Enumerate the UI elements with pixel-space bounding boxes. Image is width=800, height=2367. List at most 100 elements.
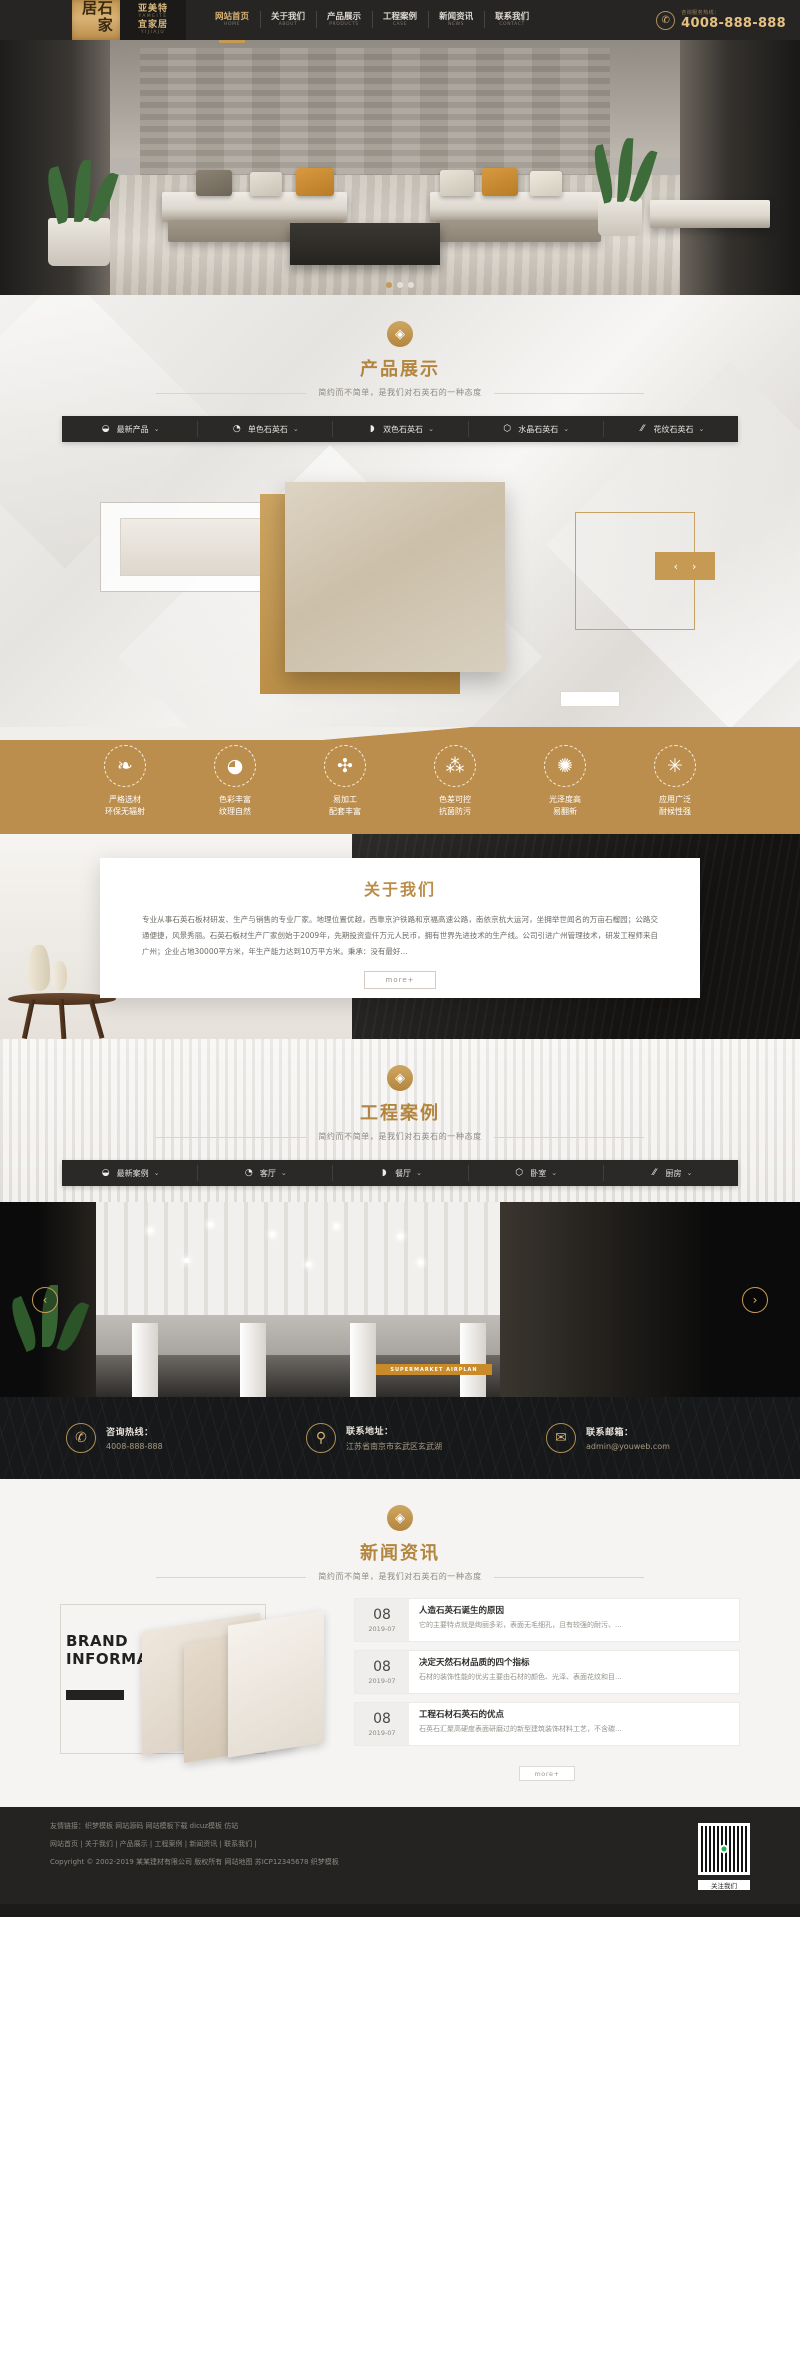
product-filter-crystal[interactable]: ⬡ 水晶石英石 ⌄ <box>467 416 603 442</box>
chevron-down-icon: ⌄ <box>428 425 434 433</box>
footer-link-contact[interactable]: 联系我们 <box>224 1840 252 1848</box>
hotline-number: 4008-888-888 <box>681 16 786 31</box>
product-section: ◈ 产品展示 简约而不简单，是我们对石英石的一种态度 ◒ 最新产品 ⌄ ◔ 单色… <box>0 295 800 727</box>
hero-dot-3[interactable] <box>408 282 414 288</box>
hero-dot-1[interactable] <box>386 282 392 288</box>
nav-item-products[interactable]: 产品展示 PRODUCTS <box>316 0 372 40</box>
feature-item-material: ❧ 严格选材 环保无辐射 <box>77 745 173 818</box>
product-filter-solid[interactable]: ◔ 单色石英石 ⌄ <box>197 416 332 442</box>
case-column <box>132 1323 158 1397</box>
case-prev-arrow[interactable]: ‹ <box>32 1286 58 1313</box>
product-prev-arrow[interactable]: ‹ <box>674 560 678 573</box>
product-section-header: ◈ 产品展示 简约而不简单，是我们对石英石的一种态度 <box>0 295 800 398</box>
phone-icon: ✆ <box>656 10 676 30</box>
news-section-header: ◈ 新闻资讯 简约而不简单，是我们对石英石的一种态度 <box>0 1479 800 1582</box>
product-filter-pattern[interactable]: ⁄⁄ 花纹石英石 ⌄ <box>602 416 738 442</box>
main-nav: 网站首页 HOME 关于我们 ABOUT 产品展示 PRODUCTS 工程案例 … <box>204 0 540 40</box>
news-item[interactable]: 08 2019-07 工程石材石英石的优点 石英石汇聚高硬度表面研磨过的新型建筑… <box>354 1702 740 1746</box>
nav-label-en: ABOUT <box>278 22 298 28</box>
about-section: 关于我们 专业从事石英石板材研发、生产与销售的专业厂家。地理位置优越，西靠京沪铁… <box>0 834 800 1039</box>
case-ceiling <box>88 1202 508 1316</box>
mail-icon: ✉ <box>546 1423 576 1453</box>
logo-vertical-text: 石家居 <box>80 0 114 34</box>
hero-dot-2[interactable] <box>397 282 403 288</box>
case-ceiling-light <box>334 1224 339 1229</box>
news-item[interactable]: 08 2019-07 决定天然石材品质的四个指标 石材的装饰性能的优劣主要由石材… <box>354 1650 740 1694</box>
case-filter-bedroom[interactable]: ⬡ 卧室 ⌄ <box>467 1160 603 1186</box>
case-ceiling-light <box>418 1260 423 1265</box>
footer-link-home[interactable]: 网站首页 <box>50 1840 78 1848</box>
footer-nav-links: 网站首页 | 关于我们 | 产品展示 | 工程案例 | 新闻资讯 | 联系我们 … <box>50 1840 257 1848</box>
feature-line2: 配套丰富 <box>329 807 361 816</box>
news-year-month: 2019-07 <box>368 1728 396 1737</box>
filter-label: 厨房 <box>665 1168 682 1178</box>
feature-item-durable: ✳ 应用广泛 耐候性强 <box>627 745 723 818</box>
case-filter-dining-room[interactable]: ◗ 餐厅 ⌄ <box>332 1160 467 1186</box>
feature-item-antibacterial: ⁂ 色差可控 抗菌防污 <box>407 745 503 818</box>
molecule-icon: ⁂ <box>434 745 476 787</box>
hero-banner <box>0 40 800 295</box>
nav-label-en: CONTACT <box>499 22 525 28</box>
product-filter-latest[interactable]: ◒ 最新产品 ⌄ <box>62 416 197 442</box>
footer-bottom-bar <box>0 1904 800 1917</box>
news-list: 08 2019-07 人造石英石诞生的原因 它的主要特点就是绚丽多彩，表面无毛细… <box>354 1598 740 1781</box>
logo-dark-panel: 亚美特 YAMEITE 宜家居 YIJIAJU <box>120 0 186 40</box>
contact-hotline: ✆ 咨询热线： 4008-888-888 <box>40 1423 280 1453</box>
nav-item-case[interactable]: 工程案例 CASE <box>372 0 428 40</box>
nav-item-about[interactable]: 关于我们 ABOUT <box>260 0 316 40</box>
news-desc: 它的主要特点就是绚丽多彩，表面无毛细孔，且有较强的耐污、... <box>419 1621 622 1630</box>
paint-drop-icon: ◗ <box>381 1168 387 1178</box>
chevron-down-icon: ⌄ <box>292 425 299 433</box>
nav-item-home[interactable]: 网站首页 HOME <box>204 0 260 40</box>
news-item[interactable]: 08 2019-07 人造石英石诞生的原因 它的主要特点就是绚丽多彩，表面无毛细… <box>354 1598 740 1642</box>
palette-icon: ◕ <box>214 745 256 787</box>
about-vase-small <box>52 961 67 991</box>
news-year-month: 2019-07 <box>368 1676 396 1685</box>
case-section-title: 工程案例 <box>360 1103 440 1124</box>
diamond-icon: ◈ <box>387 1505 413 1531</box>
product-carousel-nav[interactable]: ‹ › <box>655 552 715 580</box>
nav-item-news[interactable]: 新闻资讯 NEWS <box>428 0 484 40</box>
product-next-arrow[interactable]: › <box>692 560 696 573</box>
feature-item-color: ◕ 色彩丰富 纹理自然 <box>187 745 283 818</box>
case-main-image[interactable]: SUPERMARKET AIRPLAN <box>88 1202 508 1397</box>
header-hotline: ✆ 咨询服务热线： 4008-888-888 <box>656 0 800 40</box>
hero-sofa-left <box>162 192 347 222</box>
case-filter-latest[interactable]: ◒ 最新案例 ⌄ <box>62 1160 197 1186</box>
feature-list: ❧ 严格选材 环保无辐射 ◕ 色彩丰富 纹理自然 ✣ 易加工 配套丰富 ⁂ 色差… <box>0 745 800 818</box>
hero-planter-right <box>598 198 642 236</box>
feature-line1: 光泽度高 <box>549 795 581 804</box>
news-more-button[interactable]: more+ <box>519 1766 575 1781</box>
footer-link-products[interactable]: 产品展示 <box>120 1840 148 1848</box>
nav-label-cn: 产品展示 <box>327 11 362 22</box>
hero-pillow-1 <box>196 170 232 196</box>
stone-slab <box>228 1610 324 1758</box>
footer-link-about[interactable]: 关于我们 <box>85 1840 113 1848</box>
chevron-down-icon: ⌄ <box>698 425 705 433</box>
case-ceiling-light <box>398 1234 403 1239</box>
contact-email: ✉ 联系邮箱： admin@youweb.com <box>520 1423 760 1453</box>
case-filter-living-room[interactable]: ◔ 客厅 ⌄ <box>197 1160 332 1186</box>
contact-address: ⚲ 联系地址： 江苏省南京市玄武区玄武湖 <box>280 1423 520 1453</box>
site-logo[interactable]: 石家居 亚美特 YAMEITE 宜家居 YIJIAJU <box>72 0 186 40</box>
product-filter-dual[interactable]: ◗ 双色石英石 ⌄ <box>332 416 467 442</box>
footer-link-case[interactable]: 工程案例 <box>154 1840 182 1848</box>
stripes-icon: ⁄⁄ <box>640 424 644 434</box>
palette-icon: ◔ <box>244 1168 253 1178</box>
case-filter-kitchen[interactable]: ⁄⁄ 厨房 ⌄ <box>602 1160 738 1186</box>
footer-link-news[interactable]: 新闻资讯 <box>189 1840 217 1848</box>
friend-links-value[interactable]: 织梦模板 网站源码 网站模板下载 dicuz模板 仿站 <box>85 1822 238 1830</box>
about-card: 关于我们 专业从事石英石板材研发、生产与销售的专业厂家。地理位置优越，西靠京沪铁… <box>100 858 700 998</box>
case-ceiling-light <box>148 1228 153 1233</box>
filter-label: 餐厅 <box>395 1168 412 1178</box>
case-next-arrow[interactable]: › <box>742 1286 768 1313</box>
nav-label-cn: 新闻资讯 <box>439 11 474 22</box>
filter-label: 双色石英石 <box>383 424 424 434</box>
product-main-image[interactable] <box>285 482 505 672</box>
hero-sofa-right-base <box>436 220 601 242</box>
about-more-button[interactable]: more+ <box>364 971 436 990</box>
hero-coffee-table <box>290 223 440 265</box>
nav-item-contact[interactable]: 联系我们 CONTACT <box>484 0 540 40</box>
snowflake-icon: ✳ <box>654 745 696 787</box>
contact-row: ✆ 咨询热线： 4008-888-888 ⚲ 联系地址： 江苏省南京市玄武区玄武… <box>40 1423 760 1453</box>
